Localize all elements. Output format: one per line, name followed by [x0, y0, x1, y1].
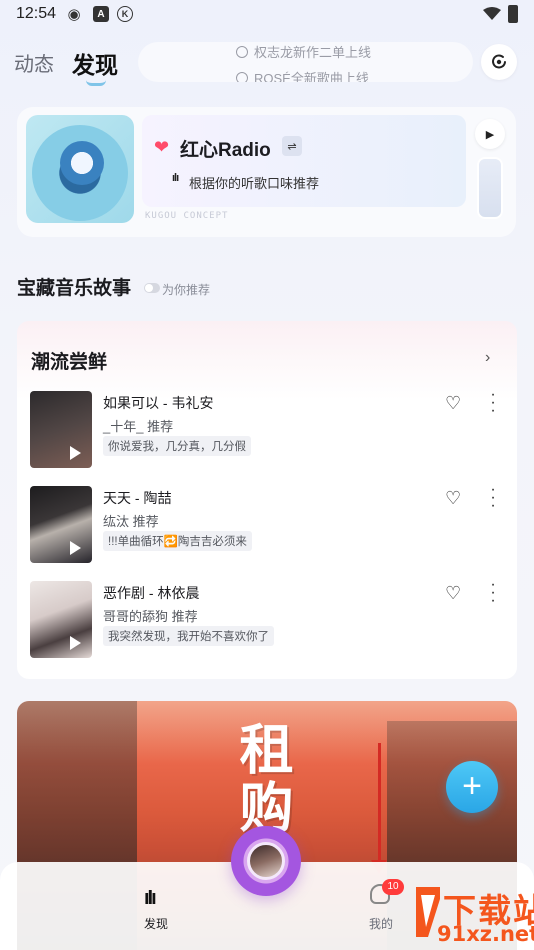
song-row[interactable]: 恶作剧 - 林依晨 哥哥的舔狗 推荐 我突然发现，我开始不喜欢你了 ♡ · · ·: [17, 577, 517, 661]
annotation-arrow-line: [378, 743, 381, 863]
song-name: 天天 - 陶喆: [103, 490, 172, 506]
radio-info-panel[interactable]: ❤ 红心Radio ⇌ ılı 根据你的听歌口味推荐: [142, 115, 466, 207]
more-icon[interactable]: · · ·: [490, 387, 496, 419]
play-icon: [70, 446, 81, 460]
play-icon: [70, 541, 81, 555]
radio-subtitle: 根据你的听歌口味推荐: [189, 176, 320, 191]
a-icon: A: [93, 6, 109, 22]
radio-play-button[interactable]: ▶: [475, 119, 505, 149]
radio-card[interactable]: ❤ 红心Radio ⇌ ılı 根据你的听歌口味推荐 KUGOU CONCEPT…: [17, 107, 516, 237]
song-cover[interactable]: [30, 391, 92, 468]
song-row[interactable]: 如果可以 - 韦礼安 _十年_ 推荐 你说爱我，几分真，几分假 ♡ · · ·: [17, 387, 517, 471]
toggle-icon: [144, 283, 160, 293]
nav-faxian-label[interactable]: 发现: [144, 915, 168, 932]
song-recommender: 纮汰 推荐: [103, 514, 159, 529]
tab-faxian[interactable]: 发现: [72, 46, 118, 80]
nav-mine-label[interactable]: 我的: [369, 915, 393, 932]
song-tag: 我突然发现，我开始不喜欢你了: [103, 626, 274, 646]
disc-label-image: [60, 141, 104, 185]
song-name: 恶作剧 - 林依晨: [103, 585, 200, 601]
banner-title: 租购: [230, 721, 294, 837]
song-name: 如果可以 - 韦礼安: [103, 395, 214, 411]
k-icon: K: [117, 6, 133, 22]
status-bar: 12:54 ◉ A K: [0, 0, 534, 30]
song-cover[interactable]: [30, 486, 92, 563]
heart-outline-icon[interactable]: ♡: [445, 393, 461, 414]
section-subtitle: 为你推荐: [162, 283, 211, 297]
search-suggestion-2: ROSÉ全新歌曲上线: [236, 68, 369, 82]
notification-badge: 10: [382, 879, 404, 895]
search-icon: [236, 72, 248, 82]
search-suggestion-text-1: 权志龙新作二单上线: [254, 45, 372, 60]
status-time: 12:54: [16, 5, 57, 22]
song-recommender: 哥哥的舔狗 推荐: [103, 609, 198, 624]
search-suggestion-text-2: ROSÉ全新歌曲上线: [254, 71, 369, 82]
search-suggestion-1: 权志龙新作二单上线: [236, 42, 371, 61]
song-tag: !!!单曲循环🔁陶吉吉必须来: [103, 531, 252, 551]
play-icon: [70, 636, 81, 650]
song-recommender: _十年_ 推荐: [103, 419, 174, 434]
song-cover[interactable]: [30, 581, 92, 658]
switch-mode-icon[interactable]: ⇌: [282, 136, 302, 156]
heart-icon: ❤: [154, 137, 170, 157]
voice-search-button[interactable]: [481, 44, 517, 80]
more-icon[interactable]: · · ·: [490, 482, 496, 514]
more-icon[interactable]: · · ·: [490, 577, 496, 609]
heart-outline-icon[interactable]: ♡: [445, 583, 461, 604]
tab-dongtai[interactable]: 动态: [14, 48, 54, 77]
watermark-url: 91xz.net: [437, 922, 534, 946]
songs-card-title[interactable]: 潮流尝鲜: [31, 347, 107, 374]
song-row[interactable]: 天天 - 陶喆 纮汰 推荐 !!!单曲循环🔁陶吉吉必须来 ♡ · · ·: [17, 482, 517, 566]
battery-icon: [508, 5, 518, 23]
heart-outline-icon[interactable]: ♡: [445, 488, 461, 509]
radio-title: 红心Radio: [180, 140, 271, 161]
soundwave-icon: ılı: [172, 172, 179, 184]
add-button[interactable]: +: [446, 761, 498, 813]
weibo-icon: ◉: [67, 6, 81, 23]
songs-card: 潮流尝鲜 › 如果可以 - 韦礼安 _十年_ 推荐 你说爱我，几分真，几分假 ♡…: [17, 321, 517, 679]
now-playing-cover: [247, 842, 285, 880]
search-input[interactable]: 权志龙新作二单上线 ROSÉ全新歌曲上线: [138, 42, 473, 82]
wifi-icon: [482, 6, 502, 22]
section-title: 宝藏音乐故事: [17, 278, 132, 299]
search-icon: [236, 46, 248, 58]
song-tag: 你说爱我，几分真，几分假: [103, 436, 251, 456]
discover-icon[interactable]: ıIı: [144, 887, 157, 910]
radio-side-card[interactable]: [477, 157, 503, 219]
tab-indicator: [86, 80, 106, 86]
recognize-icon: [492, 54, 506, 69]
radio-album-art[interactable]: [26, 115, 134, 223]
now-playing-button[interactable]: [231, 826, 301, 896]
radio-footer-text: KUGOU CONCEPT: [145, 211, 229, 221]
chevron-right-icon[interactable]: ›: [485, 349, 490, 367]
